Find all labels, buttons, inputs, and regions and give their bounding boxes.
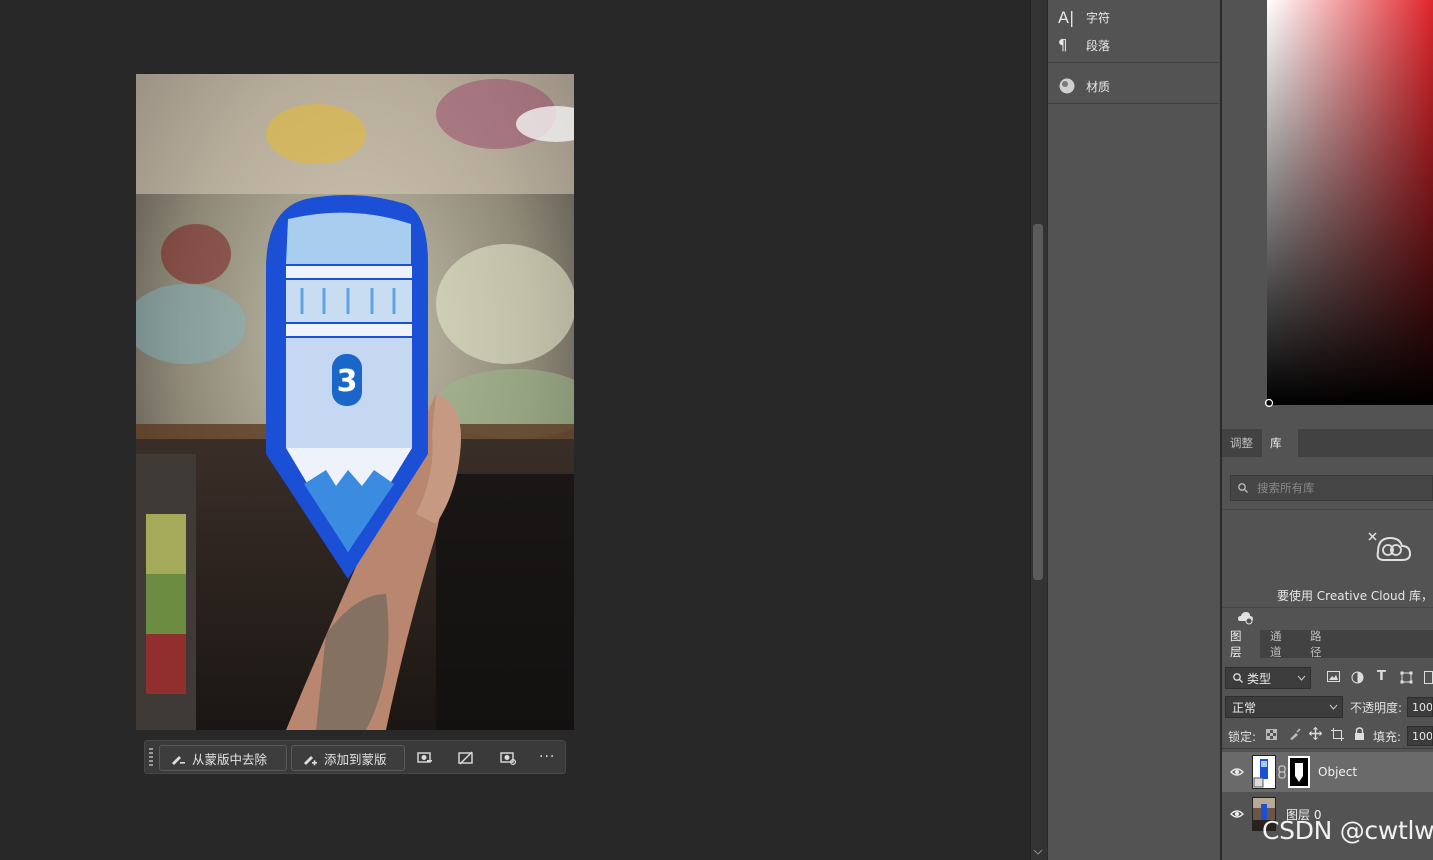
document-image[interactable]: 3 [136, 74, 574, 730]
lock-transparent-pixels-icon[interactable] [1266, 729, 1277, 740]
fill-input[interactable]: 100% [1407, 726, 1433, 746]
type-layer-filter-icon[interactable]: T [1377, 669, 1386, 684]
lock-image-pixels-icon[interactable] [1289, 728, 1301, 740]
material-icon [1059, 78, 1075, 94]
library-search-input[interactable]: 搜索所有库 [1230, 475, 1433, 501]
tab-libraries[interactable]: 库 [1262, 429, 1298, 457]
layer-filter-label: 类型 [1247, 671, 1272, 686]
contextual-task-bar: 从蒙版中去除 添加到蒙版 ··· [144, 740, 566, 774]
color-picker-field[interactable] [1267, 0, 1433, 405]
mask-shape-icon [1295, 763, 1303, 782]
library-search-placeholder: 搜索所有库 [1257, 481, 1315, 495]
lock-artboard-icon[interactable] [1331, 728, 1344, 741]
scrollbar-thumb[interactable] [1033, 224, 1043, 580]
add-to-mask-button[interactable]: 添加到蒙版 [291, 745, 405, 771]
layers-tab-bar: 图层 通道 路径 [1222, 629, 1433, 659]
shape-layer-filter-icon[interactable] [1400, 671, 1413, 684]
remove-from-mask-button[interactable]: 从蒙版中去除 [159, 745, 287, 771]
brush-plus-icon [304, 756, 317, 766]
opacity-value: 100% [1412, 700, 1433, 714]
lock-all-icon[interactable] [1354, 727, 1365, 740]
drag-handle[interactable] [149, 748, 153, 768]
fill-label: 填充: [1373, 730, 1402, 744]
search-icon [1233, 673, 1243, 683]
paragraph-panel-button[interactable]: ¶ 段落 [1058, 34, 1110, 56]
material-panel-button[interactable]: 材质 [1058, 75, 1110, 97]
pencil-photo: 3 [136, 74, 574, 730]
blend-mode-select[interactable]: 正常 [1225, 696, 1343, 718]
layer-mask-thumbnail[interactable] [1288, 756, 1310, 788]
remove-from-mask-label: 从蒙版中去除 [192, 751, 268, 767]
fill-value: 100% [1412, 729, 1433, 743]
collapsed-panel-dock [1047, 0, 1220, 860]
search-icon [1238, 483, 1248, 493]
opacity-label: 不透明度: [1350, 701, 1403, 715]
character-panel-button[interactable]: A| 字符 [1058, 6, 1110, 28]
watermark-text: CSDN @cwtlw [1262, 816, 1433, 845]
cloud-sync-icon[interactable] [1237, 611, 1255, 625]
mask-settings-icon[interactable] [417, 750, 433, 766]
chevron-down-icon [1329, 704, 1338, 710]
tab-channels-label: 通道 [1270, 629, 1282, 659]
library-message: 要使用 Creative Cloud 库， [1276, 589, 1433, 603]
character-label: 字符 [1086, 10, 1111, 25]
creative-cloud-offline-icon [1368, 532, 1412, 561]
tab-layers[interactable]: 图层 [1222, 629, 1260, 659]
disable-mask-icon[interactable] [458, 750, 474, 766]
more-options-button[interactable]: ··· [539, 749, 555, 765]
smart-object-thumbnail-icon [1253, 759, 1268, 788]
layer-name: Object [1318, 765, 1358, 779]
paragraph-label: 段落 [1086, 38, 1111, 53]
opacity-input[interactable]: 100% [1407, 697, 1433, 717]
add-to-mask-label: 添加到蒙版 [324, 751, 387, 767]
material-label: 材质 [1086, 79, 1111, 94]
tab-adjustments[interactable]: 调整 [1222, 429, 1262, 457]
character-icon: A| [1058, 7, 1075, 27]
tab-paths-label: 路径 [1310, 629, 1322, 659]
lock-label: 锁定: [1228, 730, 1257, 744]
panel-divider [1222, 509, 1433, 510]
link-chain-icon[interactable] [1278, 765, 1286, 779]
layer-filter-select[interactable]: 类型 [1225, 667, 1311, 689]
scroll-down-icon[interactable] [1033, 848, 1043, 856]
panel-divider [1048, 103, 1219, 104]
layer-thumbnail[interactable] [1252, 755, 1276, 789]
tab-paths[interactable]: 路径 [1302, 629, 1340, 659]
library-tab-bar: 调整 库 [1222, 429, 1433, 457]
paragraph-icon: ¶ [1058, 36, 1068, 54]
layer-row-object[interactable]: Object [1222, 752, 1433, 792]
lock-position-icon[interactable] [1309, 727, 1322, 740]
invert-mask-icon[interactable] [500, 750, 516, 766]
tab-libraries-label: 库 [1270, 436, 1282, 450]
pixel-layer-filter-icon[interactable] [1327, 671, 1340, 683]
tab-adjustments-label: 调整 [1230, 436, 1253, 450]
svg-text:3: 3 [337, 364, 358, 399]
color-picker-cursor[interactable] [1264, 398, 1274, 408]
visibility-eye-icon[interactable] [1230, 765, 1244, 779]
visibility-eye-icon[interactable] [1230, 807, 1244, 821]
blend-mode-value: 正常 [1232, 700, 1257, 715]
chevron-down-icon [1297, 675, 1306, 681]
smart-object-filter-icon[interactable] [1424, 671, 1433, 684]
tab-channels[interactable]: 通道 [1262, 629, 1300, 659]
adjustment-layer-filter-icon[interactable] [1351, 671, 1364, 684]
panel-divider [1048, 62, 1219, 63]
brush-minus-icon [172, 756, 185, 765]
panel-divider [1222, 748, 1433, 749]
tab-layers-label: 图层 [1230, 629, 1242, 659]
